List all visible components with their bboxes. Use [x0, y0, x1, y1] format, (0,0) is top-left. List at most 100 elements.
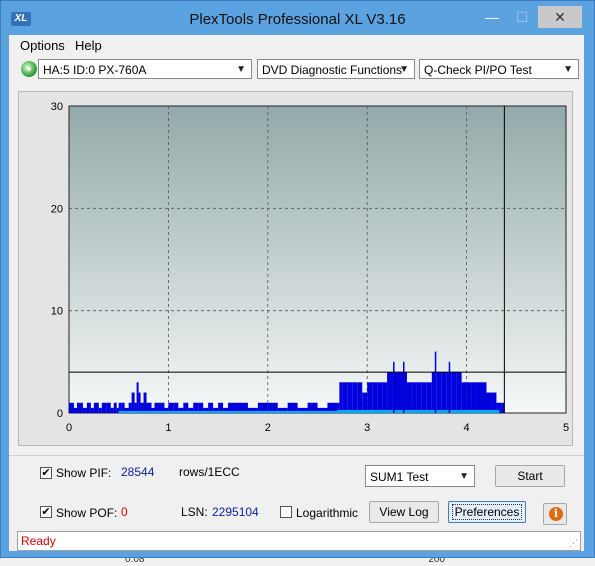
start-button[interactable]: Start	[495, 465, 565, 487]
lsn-label: LSN:	[181, 505, 208, 519]
pif-bar	[347, 382, 353, 413]
x-tick-label: 3	[364, 422, 370, 434]
pif-spike	[393, 361, 395, 413]
title-bar[interactable]: XL PlexTools Professional XL V3.16 — ☐ ✕	[1, 1, 594, 35]
show-pif-checkbox[interactable]: ✔	[40, 467, 52, 479]
pif-bar	[456, 372, 462, 413]
pif-bar	[131, 392, 135, 413]
pif-bar	[406, 382, 412, 413]
pif-spike	[402, 361, 405, 413]
y-tick-label: 10	[51, 306, 63, 318]
info-button[interactable]: i	[543, 503, 567, 525]
y-tick-label: 0	[57, 408, 63, 420]
pif-bar	[143, 392, 147, 413]
status-bar: Ready ⋰	[17, 531, 581, 551]
pif-bar	[342, 382, 348, 413]
sum-test-select[interactable]: SUM1 Test ▼	[365, 465, 475, 487]
chevron-down-icon: ▼	[459, 471, 469, 482]
pif-bar	[481, 382, 487, 413]
x-tick-label: 5	[563, 422, 569, 434]
x-tick-label: 1	[165, 422, 171, 434]
pif-bar	[90, 407, 94, 413]
pif-bar	[377, 382, 383, 413]
pif-bar	[73, 407, 77, 413]
pif-bar	[101, 402, 107, 413]
pif-bar	[82, 407, 87, 413]
pif-bar	[397, 372, 402, 413]
minimize-button[interactable]: —	[477, 6, 507, 28]
chevron-down-icon: ▼	[399, 64, 409, 75]
preferences-button[interactable]: Preferences	[448, 501, 526, 523]
logarithmic-checkbox[interactable]	[280, 506, 292, 518]
pof-bar	[476, 409, 497, 413]
pof-bar	[496, 409, 500, 413]
x-tick-label: 0	[66, 422, 72, 434]
pof-bar	[168, 410, 219, 413]
chevron-down-icon: ▼	[563, 64, 573, 75]
lsn-value: 2295104	[212, 505, 259, 519]
pif-bar	[451, 372, 457, 413]
pif-bar	[106, 402, 111, 413]
menu-bar: Options Help	[9, 35, 584, 55]
resize-grip-icon[interactable]: ⋰	[569, 538, 578, 549]
pif-bar	[411, 382, 417, 413]
preferences-label: Preferences	[451, 504, 523, 520]
menu-help[interactable]: Help	[75, 38, 102, 53]
pif-bar	[387, 372, 393, 413]
x-tick-label: 4	[464, 422, 470, 434]
separator	[9, 455, 584, 456]
pof-bar	[317, 410, 338, 413]
pif-bar	[352, 382, 358, 413]
pif-bar	[436, 372, 442, 413]
disc-drive-icon	[21, 61, 37, 77]
client-area: Options Help HA:5 ID:0 PX-760A ▼ DVD Dia…	[9, 35, 584, 551]
toolbar: HA:5 ID:0 PX-760A ▼ DVD Diagnostic Funct…	[9, 57, 584, 83]
show-pif-label: Show PIF:	[56, 466, 112, 480]
x-tick-label: 2	[265, 422, 271, 434]
pif-bar	[78, 402, 83, 413]
plot-area	[68, 105, 567, 414]
function-select-value: DVD Diagnostic Functions	[262, 63, 403, 77]
pif-bar	[76, 402, 79, 413]
pif-bar	[357, 382, 363, 413]
info-icon: i	[549, 507, 563, 521]
show-pof-checkbox[interactable]: ✔	[40, 506, 52, 518]
pif-bar	[86, 402, 91, 413]
pif-spike	[434, 351, 437, 413]
logarithmic-label: Logarithmic	[296, 506, 359, 520]
pif-bar	[98, 407, 102, 413]
pif-bar	[461, 382, 467, 413]
y-tick-label: 20	[51, 203, 63, 215]
pif-bar	[416, 382, 422, 413]
pif-bar	[138, 392, 141, 413]
pif-bar	[69, 402, 72, 413]
rows-label: rows/1ECC	[179, 465, 240, 479]
menu-options[interactable]: Options	[20, 38, 65, 53]
pof-bar	[337, 409, 358, 413]
pif-bar	[441, 372, 447, 413]
test-select-value: Q-Check PI/PO Test	[424, 63, 532, 77]
pi-po-chart: 0 1 2 3 4 5 0 10 20 30	[51, 101, 569, 434]
view-log-button[interactable]: View Log	[369, 501, 439, 523]
pif-bar	[339, 382, 343, 413]
pif-bar	[110, 407, 114, 413]
pif-bar	[372, 382, 378, 413]
pof-value: 0	[121, 505, 128, 519]
close-button[interactable]: ✕	[538, 6, 582, 28]
chart-panel: 0 1 2 3 4 5 0 10 20 30	[18, 91, 573, 446]
chevron-down-icon: ▼	[236, 64, 246, 75]
app-window: XL PlexTools Professional XL V3.16 — ☐ ✕…	[0, 0, 595, 558]
pof-bar	[118, 410, 169, 413]
pif-bar	[382, 382, 388, 413]
pof-bar	[267, 410, 318, 413]
test-select[interactable]: Q-Check PI/PO Test ▼	[419, 59, 579, 79]
function-select[interactable]: DVD Diagnostic Functions ▼	[257, 59, 415, 79]
drive-select[interactable]: HA:5 ID:0 PX-760A ▼	[38, 59, 252, 79]
pif-value: 28544	[121, 465, 155, 479]
pif-bar	[116, 407, 119, 413]
maximize-button[interactable]: ☐	[507, 6, 537, 28]
pif-bar	[93, 402, 99, 413]
y-tick-label: 30	[51, 101, 63, 113]
pof-bar	[456, 409, 477, 413]
pif-bar	[367, 382, 373, 413]
